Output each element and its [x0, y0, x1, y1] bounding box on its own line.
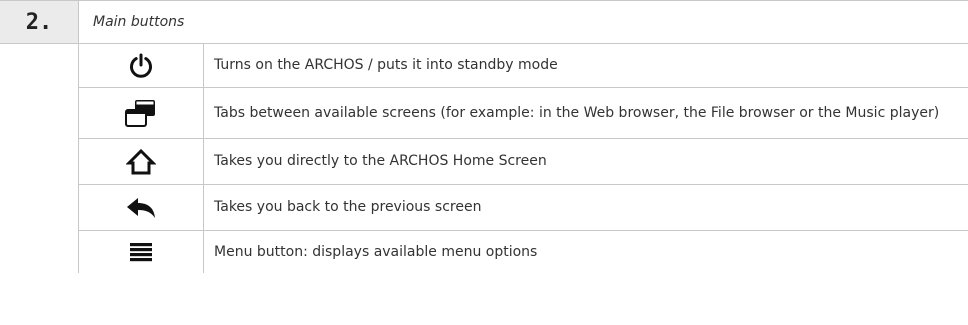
icon-cell: [78, 88, 204, 138]
buttons-table: Turns on the ARCHOS / puts it into stand…: [78, 44, 968, 273]
table-row: Takes you back to the previous screen: [78, 185, 968, 231]
icon-cell: [78, 139, 204, 184]
table-row: Menu button: displays available menu opt…: [78, 231, 968, 273]
back-arrow-icon: [125, 196, 157, 220]
icon-cell: [78, 231, 204, 273]
tabs-switch-icon: [124, 98, 158, 128]
menu-icon: [129, 242, 153, 262]
table-row: Turns on the ARCHOS / puts it into stand…: [78, 44, 968, 88]
section-title: Main buttons: [93, 14, 185, 30]
power-icon: [128, 53, 154, 79]
table-row: Tabs between available screens (for exam…: [78, 88, 968, 139]
table-row: Takes you directly to the ARCHOS Home Sc…: [78, 139, 968, 185]
home-icon: [126, 148, 156, 176]
icon-cell: [78, 44, 204, 87]
row-description: Takes you directly to the ARCHOS Home Sc…: [214, 153, 547, 169]
section-number-box: 2.: [0, 0, 78, 44]
section-number: 2.: [25, 9, 53, 35]
row-description: Turns on the ARCHOS / puts it into stand…: [214, 57, 558, 73]
row-description: Takes you back to the previous screen: [214, 199, 482, 215]
row-description: Tabs between available screens (for exam…: [214, 104, 940, 121]
section-title-row: Main buttons: [78, 0, 968, 44]
icon-cell: [78, 185, 204, 230]
row-description: Menu button: displays available menu opt…: [214, 243, 538, 260]
